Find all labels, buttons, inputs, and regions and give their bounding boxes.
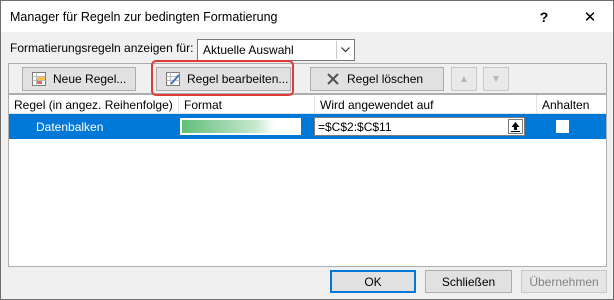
new-rule-label: Neue Regel... [53, 72, 127, 86]
new-rule-button[interactable]: Neue Regel... [22, 67, 136, 91]
delete-x-icon [325, 71, 341, 87]
move-up-button[interactable]: ▲ [451, 67, 477, 91]
column-header-rule: Regel (in angez. Reihenfolge) [9, 95, 179, 114]
dialog-title: Manager für Regeln zur bedingten Formati… [10, 10, 278, 24]
close-window-button[interactable]: ✕ [567, 1, 613, 32]
rule-name: Datenbalken [36, 120, 104, 134]
applies-to-input[interactable]: =$C$2:$C$11 [314, 117, 525, 136]
title-bar: Manager für Regeln zur bedingten Formati… [1, 1, 613, 32]
delete-rule-button[interactable]: Regel löschen [310, 67, 444, 91]
data-bar-fill [182, 120, 274, 133]
close-button[interactable]: Schließen [425, 270, 512, 293]
ok-button[interactable]: OK [330, 270, 416, 293]
show-rules-for-value: Aktuelle Auswahl [203, 43, 294, 57]
apply-button[interactable]: Übernehmen [521, 270, 607, 293]
range-collapse-icon[interactable] [508, 119, 523, 134]
delete-rule-label: Regel löschen [347, 72, 424, 86]
chevron-down-icon[interactable] [336, 41, 353, 59]
show-rules-for-select[interactable]: Aktuelle Auswahl [197, 39, 355, 61]
column-header-applies-to: Wird angewendet auf [315, 95, 537, 114]
column-header-stop: Anhalten [537, 95, 606, 114]
triangle-up-icon: ▲ [459, 73, 469, 85]
help-button[interactable]: ? [521, 1, 567, 32]
edit-rule-highlight [151, 60, 294, 96]
rule-row[interactable]: Datenbalken =$C$2:$C$11 [9, 114, 606, 139]
rules-list: Regel (in angez. Reihenfolge) Format Wir… [8, 94, 607, 267]
stop-if-true-checkbox[interactable] [556, 120, 569, 133]
new-rule-icon [31, 71, 47, 87]
move-down-button[interactable]: ▼ [483, 67, 509, 91]
rules-toolbar: Neue Regel... Regel bearbeiten... Regel … [8, 63, 607, 94]
applies-to-value: =$C$2:$C$11 [318, 120, 392, 134]
conditional-formatting-dialog: Manager für Regeln zur bedingten Formati… [0, 0, 614, 300]
column-header-format: Format [179, 95, 315, 114]
data-bar-format-preview [179, 117, 302, 136]
show-rules-label: Formatierungsregeln anzeigen für: [10, 41, 194, 55]
triangle-down-icon: ▼ [491, 73, 501, 85]
